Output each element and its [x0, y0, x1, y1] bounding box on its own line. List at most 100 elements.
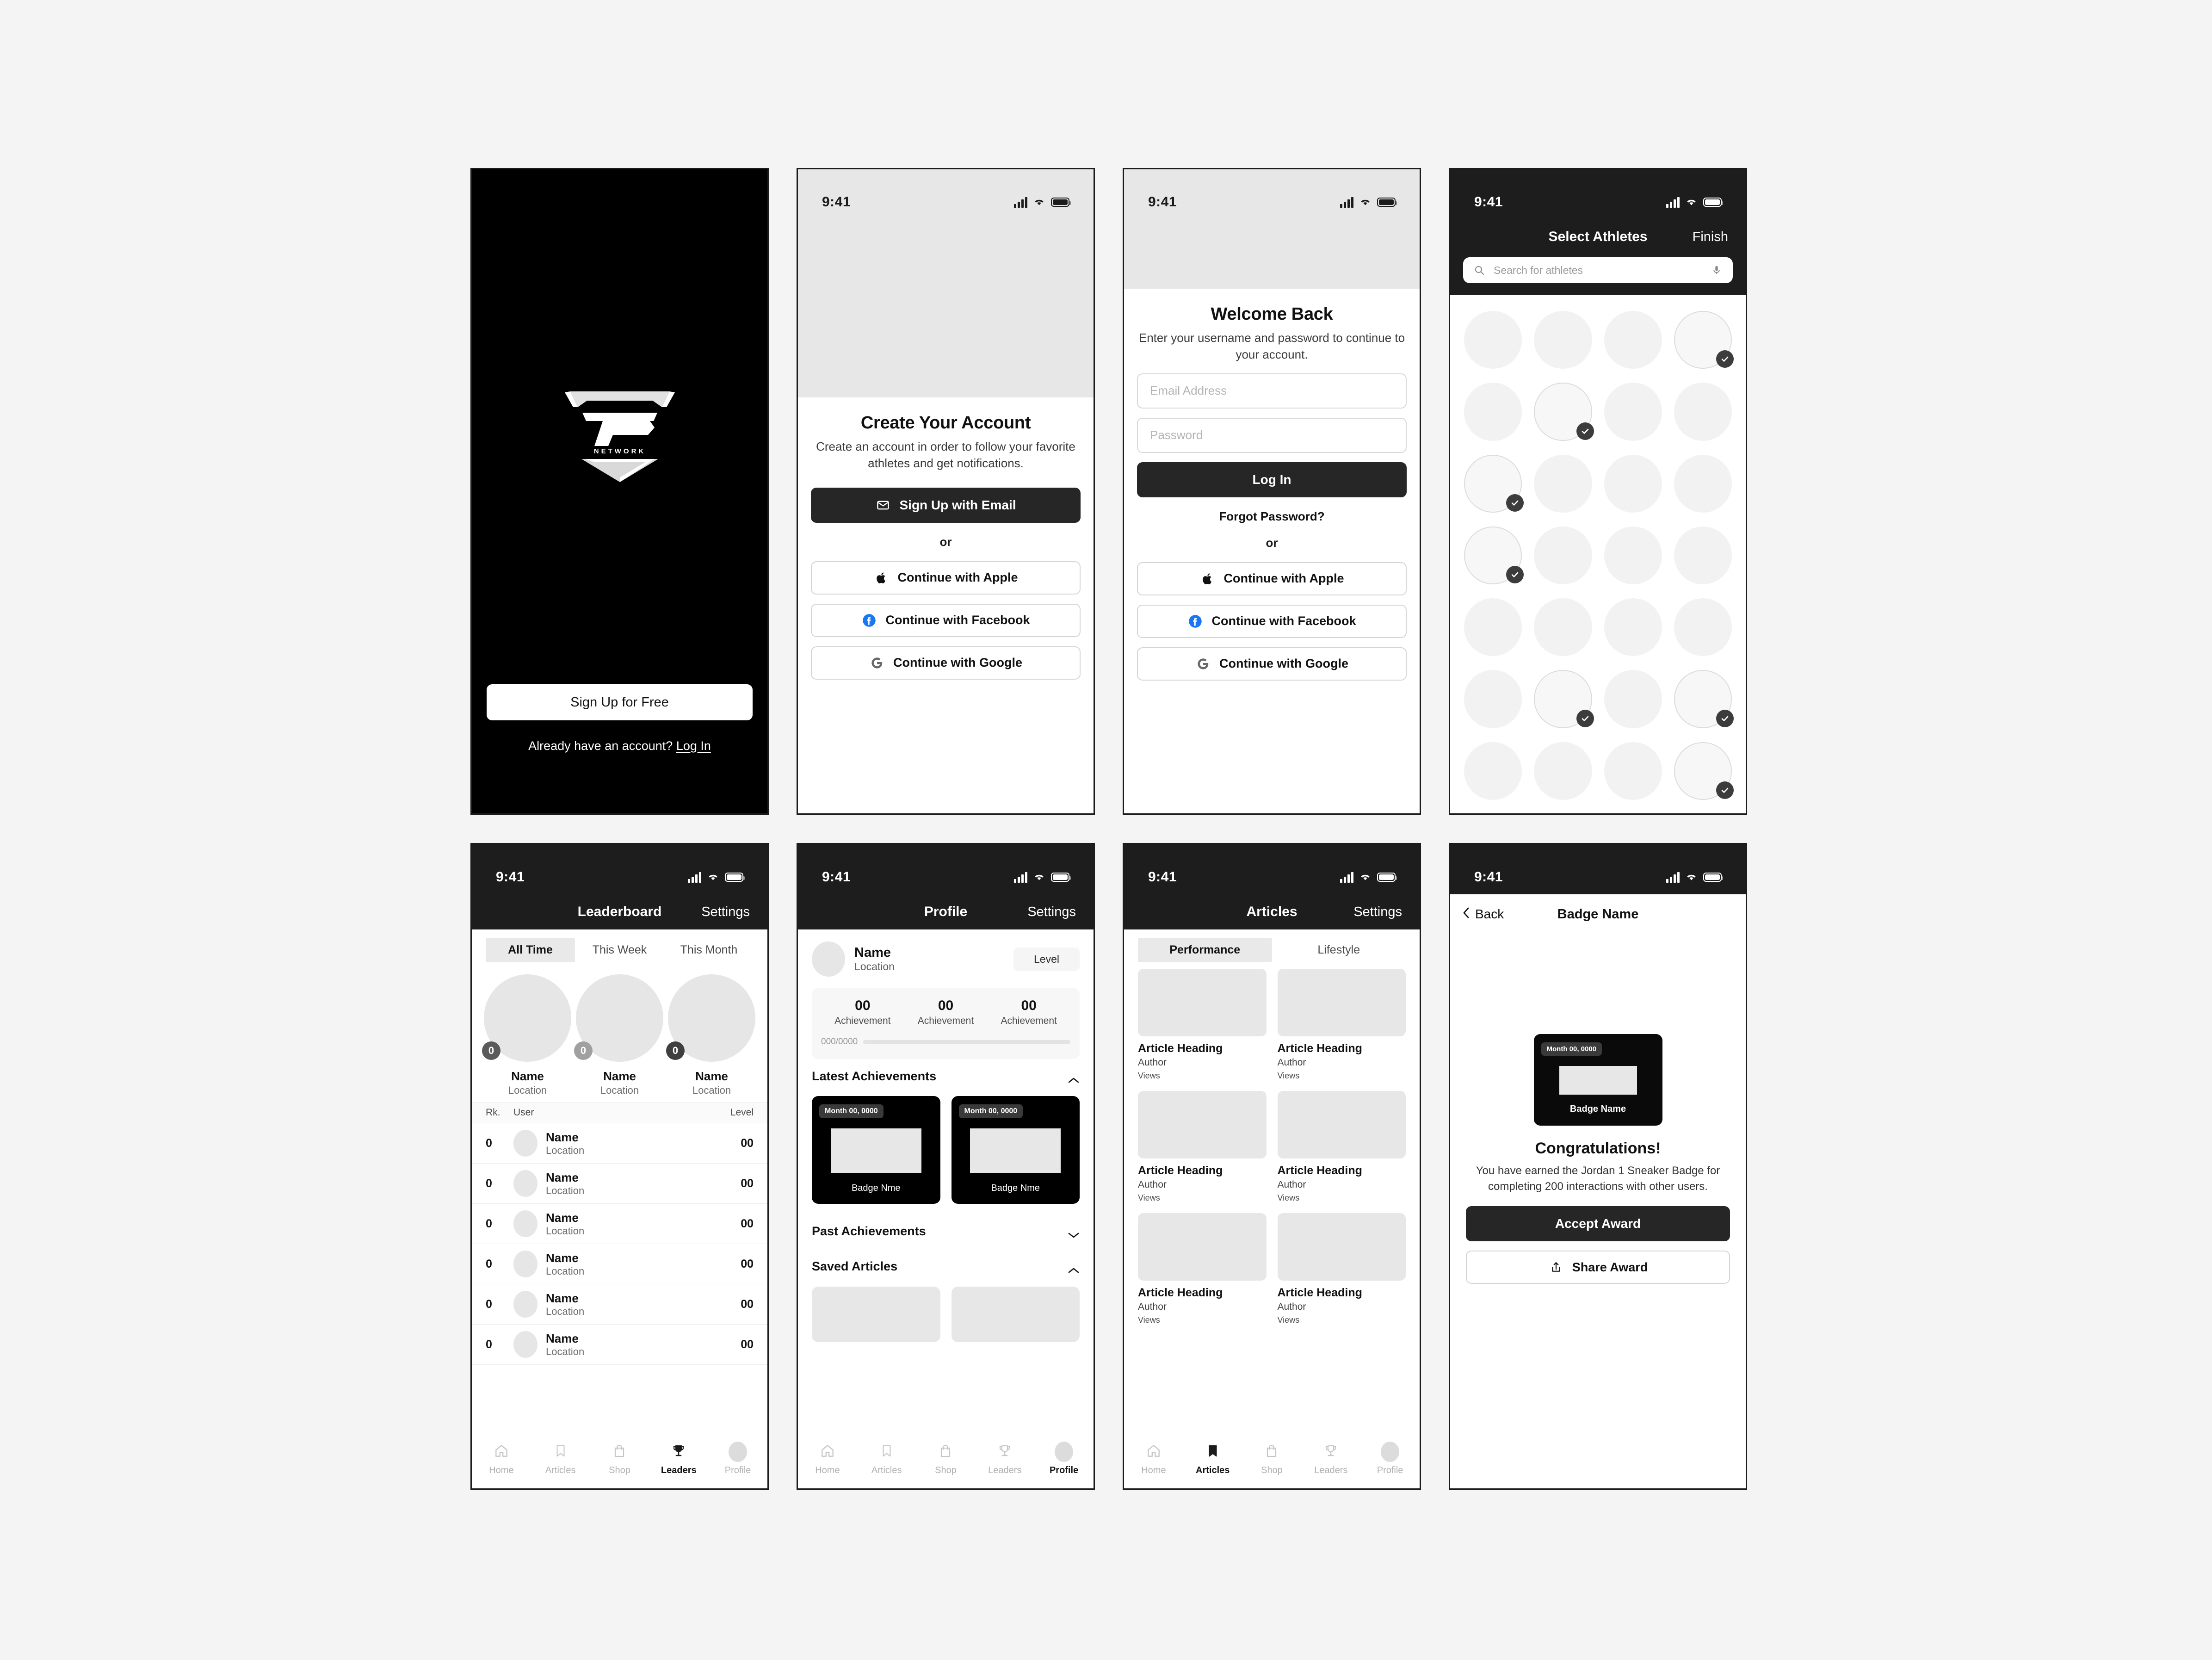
athlete-tile[interactable] [1674, 670, 1734, 728]
table-row[interactable]: 0 Name Location 00 [472, 1164, 767, 1204]
tab-articles[interactable]: Articles [857, 1442, 916, 1476]
podium-entry[interactable]: 0 Name Location [482, 974, 571, 1096]
badge-card[interactable]: Month 00, 0000 Badge Nme [812, 1096, 940, 1204]
table-row[interactable]: 0 Name Location 00 [472, 1244, 767, 1284]
tab-home[interactable]: Home [1124, 1442, 1183, 1476]
share-award-button[interactable]: Share Award [1466, 1251, 1730, 1284]
athlete-tile[interactable] [1604, 311, 1662, 369]
tab-profile[interactable]: Profile [1360, 1442, 1420, 1476]
article-card[interactable]: Article Heading Author Views [1277, 969, 1406, 1081]
athlete-tile[interactable] [1674, 598, 1732, 657]
athlete-tile[interactable] [1674, 742, 1734, 800]
athlete-tile[interactable] [1534, 814, 1592, 815]
finish-button[interactable]: Finish [1693, 229, 1728, 245]
table-row[interactable]: 0 Name Location 00 [472, 1284, 767, 1325]
athlete-tile[interactable] [1464, 454, 1524, 513]
login-subtitle: Enter your username and password to cont… [1138, 331, 1405, 361]
athlete-tile[interactable] [1674, 383, 1732, 441]
login-google-button[interactable]: Continue with Google [1137, 647, 1407, 681]
podium-entry[interactable]: 0 Name Location [666, 974, 755, 1096]
athlete-tile[interactable] [1534, 454, 1592, 513]
saved-article-card[interactable] [812, 1287, 940, 1342]
saved-article-card[interactable] [951, 1287, 1080, 1342]
signup-email-button[interactable]: Sign Up with Email [811, 487, 1081, 523]
settings-button[interactable]: Settings [1027, 904, 1076, 920]
saved-articles-header[interactable]: Saved Articles [798, 1249, 1094, 1284]
athlete-tile[interactable] [1674, 311, 1734, 369]
athlete-tile[interactable] [1604, 742, 1662, 800]
forgot-password-link[interactable]: Forgot Password? [1137, 509, 1407, 524]
signup-free-button[interactable]: Sign Up for Free [487, 684, 753, 720]
tab-shop[interactable]: Shop [916, 1442, 976, 1476]
status-time: 9:41 [1148, 194, 1177, 210]
tab-home[interactable]: Home [798, 1442, 857, 1476]
athlete-tile[interactable] [1534, 742, 1592, 800]
tab-lifestyle[interactable]: Lifestyle [1272, 938, 1406, 962]
table-row[interactable]: 0 Name Location 00 [472, 1204, 767, 1244]
tab-articles[interactable]: Articles [1183, 1442, 1242, 1476]
athlete-tile[interactable] [1604, 814, 1662, 815]
back-button[interactable]: Back [1462, 907, 1504, 922]
segment-this-week[interactable]: This Week [575, 938, 664, 962]
password-field[interactable]: Password [1137, 417, 1407, 453]
latest-achievements-header[interactable]: Latest Achievements [798, 1059, 1094, 1094]
login-button[interactable]: Log In [1137, 462, 1407, 497]
article-author: Author [1277, 1057, 1306, 1068]
settings-button[interactable]: Settings [701, 904, 750, 920]
article-card[interactable]: Article Heading Author Views [1138, 969, 1267, 1081]
table-row[interactable]: 0 Name Location 00 [472, 1325, 767, 1365]
article-card[interactable]: Article Heading Author Views [1277, 1091, 1406, 1203]
athlete-tile[interactable] [1604, 598, 1662, 657]
tab-leaders[interactable]: Leaders [975, 1442, 1034, 1476]
athlete-tile[interactable] [1464, 598, 1522, 657]
table-row[interactable]: 0 Name Location 00 [472, 1123, 767, 1164]
athlete-tile[interactable] [1534, 311, 1592, 369]
settings-button[interactable]: Settings [1353, 904, 1402, 920]
athlete-tile[interactable] [1534, 670, 1594, 728]
signup-facebook-button[interactable]: Continue with Facebook [811, 603, 1081, 637]
tab-shop[interactable]: Shop [1242, 1442, 1302, 1476]
search-input[interactable]: Search for athletes [1463, 257, 1733, 283]
segment-this-month[interactable]: This Month [664, 938, 754, 962]
tab-profile[interactable]: Profile [1034, 1442, 1094, 1476]
signup-apple-button[interactable]: Continue with Apple [811, 561, 1081, 595]
athlete-tile[interactable] [1464, 311, 1522, 369]
splash-login-link[interactable]: Log In [676, 739, 711, 753]
email-field[interactable]: Email Address [1137, 373, 1407, 409]
tab-leaders[interactable]: Leaders [649, 1442, 708, 1476]
login-facebook-button[interactable]: Continue with Facebook [1137, 604, 1407, 638]
athlete-tile[interactable] [1464, 383, 1522, 441]
podium-entry[interactable]: 0 Name Location [574, 974, 663, 1096]
athlete-tile[interactable] [1464, 742, 1522, 800]
athlete-tile[interactable] [1604, 454, 1662, 513]
tab-articles[interactable]: Articles [531, 1442, 590, 1476]
athlete-tile[interactable] [1604, 383, 1662, 441]
tab-home[interactable]: Home [472, 1442, 531, 1476]
athlete-tile[interactable] [1604, 526, 1662, 584]
athlete-tile[interactable] [1534, 383, 1594, 441]
badge-card[interactable]: Month 00, 0000 Badge Nme [951, 1096, 1080, 1204]
login-apple-button[interactable]: Continue with Apple [1137, 562, 1407, 595]
tab-performance[interactable]: Performance [1138, 938, 1272, 962]
athlete-tile[interactable] [1674, 454, 1732, 513]
athlete-tile[interactable] [1464, 814, 1522, 815]
accept-award-button[interactable]: Accept Award [1466, 1206, 1730, 1242]
microphone-icon[interactable] [1709, 262, 1724, 278]
athlete-tile[interactable] [1604, 670, 1662, 728]
tab-profile[interactable]: Profile [708, 1442, 767, 1476]
tab-shop[interactable]: Shop [590, 1442, 649, 1476]
athlete-tile[interactable] [1464, 670, 1522, 728]
screen-select-athletes: 9:41 Select Athletes Finish Search for a… [1449, 168, 1747, 815]
athlete-tile[interactable] [1464, 526, 1524, 584]
tab-leaders[interactable]: Leaders [1301, 1442, 1360, 1476]
article-card[interactable]: Article Heading Author Views [1138, 1091, 1267, 1203]
signup-google-button[interactable]: Continue with Google [811, 646, 1081, 680]
article-card[interactable]: Article Heading Author Views [1277, 1213, 1406, 1325]
athlete-tile[interactable] [1534, 598, 1592, 657]
segment-all-time[interactable]: All Time [486, 938, 575, 962]
athlete-tile[interactable] [1674, 526, 1732, 584]
past-achievements-header[interactable]: Past Achievements [798, 1214, 1094, 1249]
athlete-tile[interactable] [1674, 814, 1732, 815]
article-card[interactable]: Article Heading Author Views [1138, 1213, 1267, 1325]
athlete-tile[interactable] [1534, 526, 1592, 584]
